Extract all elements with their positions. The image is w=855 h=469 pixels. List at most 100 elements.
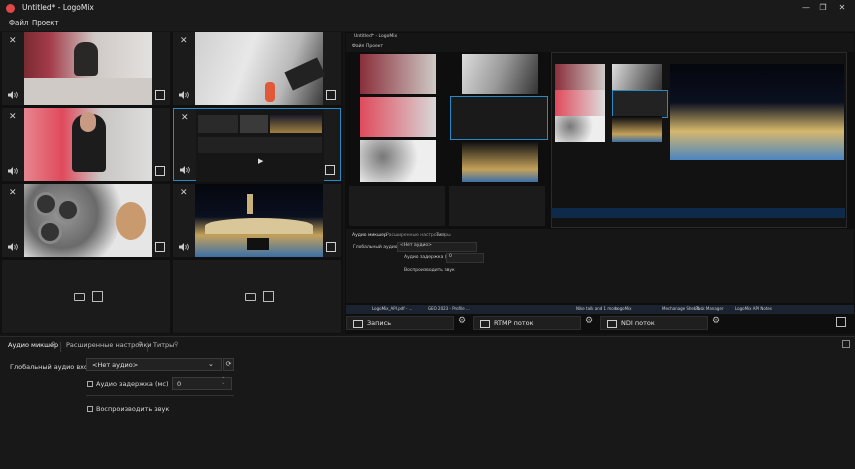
preview-window-title: Untitled* - LogoMix bbox=[354, 34, 398, 39]
empty-source-tile[interactable] bbox=[173, 260, 341, 333]
preview-mini-empty bbox=[349, 186, 445, 226]
add-source-icon[interactable] bbox=[92, 291, 103, 302]
close-icon[interactable]: ✕ bbox=[180, 37, 188, 46]
add-source-icon[interactable] bbox=[263, 291, 274, 302]
pin-icon[interactable]: ⚲ bbox=[174, 341, 178, 348]
source-tile[interactable]: ✕ bbox=[173, 184, 341, 257]
preview-program-output bbox=[670, 64, 844, 160]
play-sound-label: Воспроизводить звук bbox=[96, 405, 170, 413]
tab-separator bbox=[60, 342, 61, 352]
source-tile[interactable]: ✕ bbox=[173, 32, 341, 105]
preview-mini-source bbox=[360, 140, 436, 182]
volume-icon[interactable] bbox=[8, 243, 18, 251]
panel-expand-icon[interactable] bbox=[842, 340, 850, 348]
fullscreen-icon[interactable] bbox=[326, 242, 336, 252]
source-thumbnail bbox=[24, 184, 152, 257]
fullscreen-icon[interactable] bbox=[326, 90, 336, 100]
preview-menu-file: Файл bbox=[352, 44, 365, 49]
fullscreen-icon[interactable] bbox=[155, 242, 165, 252]
preview-inner-mini bbox=[612, 64, 662, 90]
pin-icon[interactable]: ⚲ bbox=[51, 341, 55, 348]
camera-icon bbox=[607, 320, 617, 328]
source-thumbnail bbox=[24, 32, 152, 105]
preview-taskbar-item: LogoMix API Notes bbox=[735, 306, 772, 311]
camera-icon bbox=[480, 320, 490, 328]
fullscreen-icon[interactable] bbox=[325, 165, 335, 175]
fullscreen-icon[interactable] bbox=[155, 90, 165, 100]
preview-taskbar-item: LogoMix bbox=[615, 306, 632, 311]
minimize-button[interactable]: — bbox=[799, 2, 813, 14]
preview-title-bar: Untitled* - LogoMix bbox=[346, 33, 854, 43]
source-thumbnail bbox=[195, 32, 326, 105]
close-icon[interactable]: ✕ bbox=[180, 189, 188, 198]
volume-icon[interactable] bbox=[179, 243, 189, 251]
ndi-button[interactable]: NDI поток bbox=[600, 316, 708, 330]
menu-project[interactable]: Проект bbox=[32, 19, 59, 27]
monitor-icon[interactable] bbox=[836, 317, 846, 327]
preview-mini-source bbox=[462, 54, 538, 94]
close-icon[interactable]: ✕ bbox=[9, 113, 17, 122]
bottom-panel bbox=[0, 336, 855, 469]
close-button[interactable]: ✕ bbox=[835, 2, 849, 14]
chevron-down-icon[interactable]: ⌄ bbox=[208, 360, 214, 368]
audio-input-value: <Нет аудио> bbox=[92, 361, 139, 369]
record-settings-gear-icon[interactable]: ⚙ bbox=[456, 316, 468, 330]
close-icon[interactable]: ✕ bbox=[9, 37, 17, 46]
preview-menu-bar: Файл Проект bbox=[346, 43, 854, 52]
tab-separator bbox=[147, 342, 148, 352]
camera-icon[interactable] bbox=[74, 293, 85, 301]
preview-inner-mini bbox=[555, 90, 605, 116]
tab-titles[interactable]: Титры bbox=[153, 341, 174, 352]
source-grid: ✕ ✕ ✕ ▶ ✕ ✕ ✕ bbox=[0, 32, 343, 334]
title-bar bbox=[0, 0, 855, 17]
source-thumbnail bbox=[195, 184, 323, 257]
stepper-arrows-icon[interactable]: ˄ ˅ bbox=[222, 377, 225, 389]
camera-icon[interactable] bbox=[245, 293, 256, 301]
source-thumbnail: ▶ bbox=[196, 109, 324, 182]
audio-delay-checkbox[interactable] bbox=[87, 381, 93, 387]
volume-icon[interactable] bbox=[180, 166, 190, 174]
preview-delay-value: 0 bbox=[449, 254, 452, 259]
maximize-button[interactable]: ❐ bbox=[816, 2, 830, 14]
refresh-icon[interactable]: ⟳ bbox=[223, 358, 234, 371]
source-tile[interactable]: ✕ bbox=[2, 32, 170, 105]
fullscreen-icon[interactable] bbox=[155, 166, 165, 176]
preview-mini-source-selected bbox=[450, 96, 548, 140]
global-audio-label: Глобальный аудио вход bbox=[10, 363, 93, 371]
source-tile[interactable]: ✕ bbox=[2, 108, 170, 181]
preview-inner-mini bbox=[555, 64, 605, 90]
volume-icon[interactable] bbox=[8, 91, 18, 99]
rtmp-settings-gear-icon[interactable]: ⚙ bbox=[583, 316, 595, 330]
preview-play-label: Воспроизводить звук bbox=[404, 268, 455, 273]
source-thumbnail bbox=[24, 108, 152, 181]
pin-icon[interactable]: ⚲ bbox=[138, 341, 142, 348]
preview-tab-titles: Титры bbox=[436, 233, 451, 238]
menu-file[interactable]: Файл bbox=[9, 19, 28, 27]
close-icon[interactable]: ✕ bbox=[181, 114, 189, 123]
preview-inner-mini-selected bbox=[612, 90, 668, 118]
volume-icon[interactable] bbox=[179, 91, 189, 99]
preview-inner-taskbar bbox=[551, 208, 845, 218]
preview-inner-mini bbox=[555, 116, 605, 142]
record-label: Запись bbox=[367, 319, 392, 327]
close-icon[interactable]: ✕ bbox=[9, 189, 17, 198]
ndi-label: NDI поток bbox=[621, 319, 655, 327]
divider bbox=[86, 395, 234, 396]
preview-tab-audio: Аудио микшер bbox=[352, 233, 387, 238]
preview-mini-source bbox=[360, 54, 436, 94]
ndi-settings-gear-icon[interactable]: ⚙ bbox=[710, 316, 722, 330]
preview-mini-source bbox=[462, 140, 538, 182]
preview-audio-panel bbox=[346, 229, 854, 303]
source-tile-selected[interactable]: ▶ ✕ bbox=[173, 108, 341, 182]
audio-delay-value: 0 bbox=[177, 380, 182, 388]
preview-inner-mini bbox=[612, 116, 662, 142]
rtmp-button[interactable]: RTMP поток bbox=[473, 316, 581, 330]
window-title: Untitled* - LogoMix bbox=[22, 3, 94, 12]
source-tile[interactable]: ✕ bbox=[2, 184, 170, 257]
record-button[interactable]: Запись bbox=[346, 316, 454, 330]
volume-icon[interactable] bbox=[8, 167, 18, 175]
preview-taskbar-item: GEO 2023 - Profile ... bbox=[428, 306, 470, 311]
empty-source-tile[interactable] bbox=[2, 260, 170, 333]
play-sound-checkbox[interactable] bbox=[87, 406, 93, 412]
app-logo-icon bbox=[6, 4, 15, 13]
